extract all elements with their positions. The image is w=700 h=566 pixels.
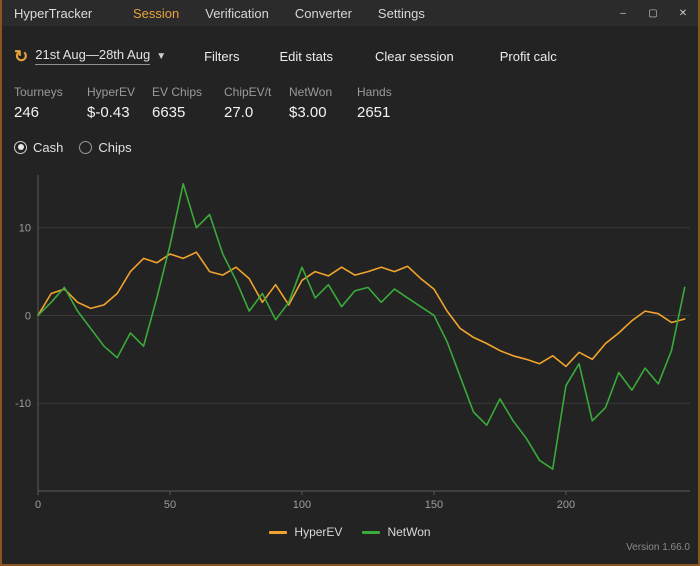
- stat-hands: Hands 2651: [357, 84, 417, 125]
- version-label: Version 1.66.0: [626, 542, 690, 553]
- cash-radio[interactable]: Cash: [14, 140, 63, 155]
- stat-netwon: NetWon $3.00: [289, 84, 357, 125]
- legend-label: HyperEV: [294, 525, 343, 539]
- profit-calc-button[interactable]: Profit calc: [500, 49, 557, 64]
- stat-label: Hands: [357, 85, 392, 99]
- refresh-icon[interactable]: ↻: [14, 48, 28, 65]
- window-controls: – ▢ ✕: [608, 0, 698, 26]
- date-range-dropdown[interactable]: 21st Aug—28th Aug: [35, 47, 151, 65]
- legend-item-hyperev: HyperEV: [269, 525, 342, 539]
- filters-button[interactable]: Filters: [204, 49, 239, 64]
- radio-label: Cash: [33, 139, 64, 155]
- svg-text:-10: -10: [15, 398, 31, 410]
- menu-item-settings[interactable]: Settings: [365, 0, 438, 26]
- stat-label: NetWon: [289, 85, 333, 99]
- chevron-down-icon[interactable]: ▼: [156, 51, 166, 62]
- stat-value: 27.0: [224, 104, 254, 121]
- stat-value: 2651: [357, 104, 391, 121]
- edit-stats-button[interactable]: Edit stats: [279, 49, 332, 64]
- chart-canvas: 100-100 50 100 150 200: [15, 175, 690, 511]
- app-title: HyperTracker: [14, 5, 93, 21]
- minimize-button[interactable]: –: [608, 0, 638, 26]
- stat-value: 246: [14, 104, 40, 121]
- hyperev-line-icon: [269, 530, 288, 534]
- svg-text:50: 50: [164, 499, 176, 511]
- menu-item-verification[interactable]: Verification: [192, 0, 282, 26]
- chips-radio[interactable]: Chips: [79, 139, 132, 155]
- stat-label: ChipEV/t: [224, 85, 272, 99]
- session-chart: 10 0 -10 0 50 100 150 200: [2, 165, 698, 522]
- close-button[interactable]: ✕: [668, 0, 698, 26]
- legend-label: NetWon: [387, 525, 431, 539]
- view-toggle: Cash Chips: [2, 137, 698, 157]
- clear-session-button[interactable]: Clear session: [375, 49, 454, 64]
- stats-bar: Tourneys 246 HyperEV $-0.43 EV Chips 663…: [2, 84, 698, 125]
- svg-text:0: 0: [25, 310, 31, 322]
- stat-chipev-t: ChipEV/t 27.0: [224, 84, 289, 125]
- legend-item-netwon: NetWon: [362, 525, 431, 539]
- netwon-line-icon: [362, 530, 381, 534]
- stat-label: HyperEV: [87, 85, 136, 99]
- menu-item-converter[interactable]: Converter: [282, 0, 365, 26]
- app-window: HyperTracker Session Verification Conver…: [2, 0, 698, 556]
- stat-tourneys: Tourneys 246: [14, 84, 87, 125]
- svg-text:150: 150: [425, 499, 443, 511]
- stat-label: Tourneys: [14, 85, 63, 99]
- svg-text:200: 200: [557, 499, 575, 511]
- maximize-button[interactable]: ▢: [638, 0, 668, 26]
- footer: Version 1.66.0: [2, 542, 698, 556]
- stat-label: EV Chips: [152, 85, 203, 99]
- radio-label: Chips: [98, 139, 132, 155]
- svg-text:0: 0: [35, 499, 41, 511]
- menu-item-session[interactable]: Session: [120, 0, 192, 26]
- stat-ev-chips: EV Chips 6635: [152, 84, 224, 125]
- chart-legend: HyperEV NetWon: [2, 522, 698, 542]
- main-menu: Session Verification Converter Settings: [120, 0, 438, 26]
- toolbar: ↻ 21st Aug—28th Aug ▼ Filters Edit stats…: [2, 40, 698, 72]
- svg-text:10: 10: [19, 223, 31, 235]
- title-bar: HyperTracker Session Verification Conver…: [2, 0, 698, 26]
- stat-value: 6635: [152, 104, 186, 121]
- radio-unselected-icon: [79, 140, 93, 154]
- stat-value: $3.00: [289, 104, 327, 121]
- radio-selected-icon: [14, 140, 27, 154]
- stat-value: $-0.43: [87, 104, 130, 121]
- stat-hyperev: HyperEV $-0.43: [87, 84, 152, 125]
- svg-text:100: 100: [293, 499, 311, 511]
